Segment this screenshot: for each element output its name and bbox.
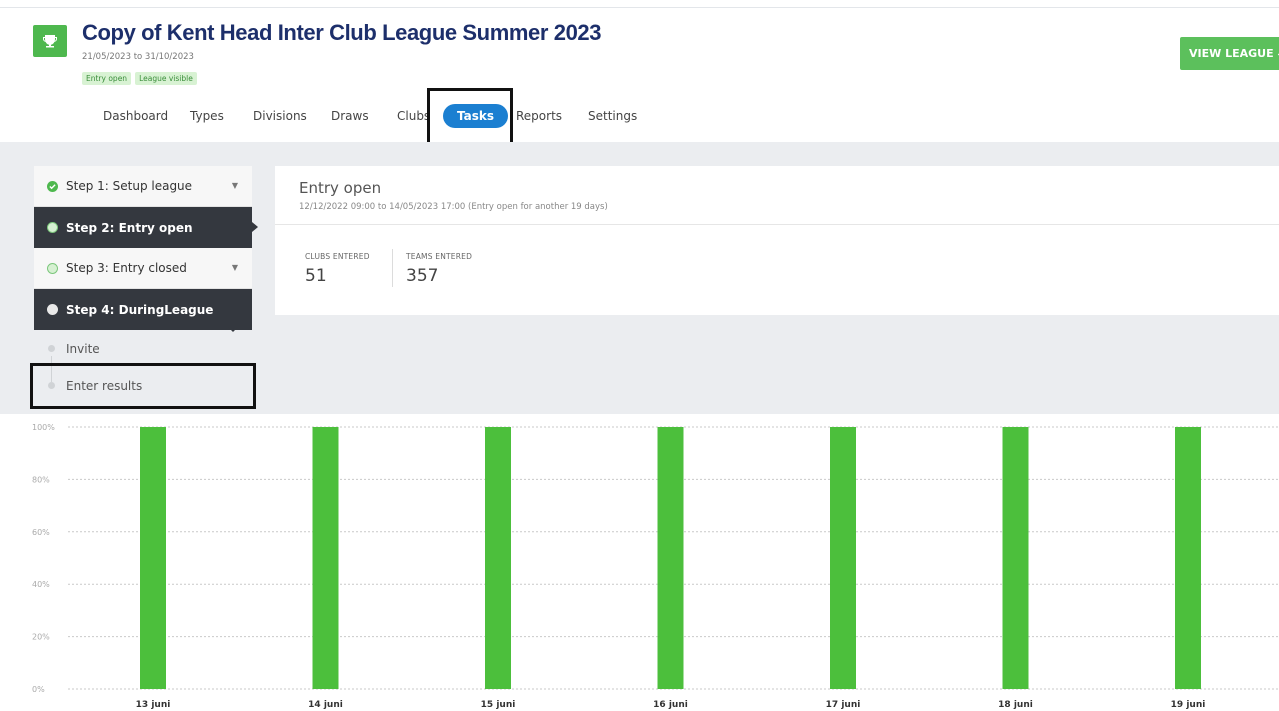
x-tick-label: 13 juni [136,700,171,710]
check-icon [47,180,58,192]
teams-entered-stat: TEAMS ENTERED 357 [406,252,472,286]
top-divider [0,7,1279,8]
y-tick-label: 0% [32,685,45,694]
tasks-highlight-box [427,88,513,145]
y-tick-label: 60% [32,528,50,537]
progress-bar-chart: 0% 20% 40% 60% 80% 100% 13 juni 14 juni 15 juni 1… [0,414,1279,711]
league-title: Copy of Kent Head Inter Club League Summ… [82,20,602,45]
step-during-league[interactable]: Step 4: DuringLeague [34,289,252,332]
clubs-entered-label: CLUBS ENTERED [305,252,370,261]
step-entry-closed[interactable]: Step 3: Entry closed ▼ [34,248,252,289]
step-label: Step 1: Setup league [66,179,193,193]
substep-dot-icon [48,345,55,352]
teams-entered-value: 357 [406,266,439,286]
step-setup-league[interactable]: Step 1: Setup league ▼ [34,166,252,207]
league-header: Copy of Kent Head Inter Club League Summ… [0,0,1279,145]
y-tick-label: 100% [32,423,55,432]
entry-open-panel: Entry open 12/12/2022 09:00 to 14/05/202… [275,166,1279,315]
status-badges: Entry open League visible [82,72,197,85]
bar [1002,427,1029,689]
step-label: Step 4: DuringLeague [66,302,214,317]
y-tick-label: 20% [32,633,50,642]
step-label: Step 2: Entry open [66,220,193,235]
entry-open-badge: Entry open [82,72,132,85]
league-visible-badge: League visible [135,72,197,85]
tab-dashboard[interactable]: Dashboard [103,109,168,123]
view-league-label: VIEW LEAGUE [1189,47,1274,60]
stat-divider [392,249,393,287]
x-tick-label: 16 juni [653,700,688,710]
teams-entered-label: TEAMS ENTERED [406,252,473,261]
x-tick-label: 19 juni [1171,700,1206,710]
clubs-entered-value: 51 [305,266,327,286]
y-tick-label: 80% [32,475,50,484]
entry-title: Entry open [299,179,382,197]
league-dates: 21/05/2023 to 31/10/2023 [82,52,194,62]
enter-results-highlight-box [30,363,256,409]
status-dot-icon [47,304,58,315]
x-tick-label: 18 juni [998,700,1033,710]
x-tick-label: 17 juni [826,700,861,710]
bar [830,427,856,689]
bar [485,427,511,689]
x-tick-label: 15 juni [481,700,516,710]
x-tick-label: 14 juni [308,700,343,710]
trophy-icon [33,25,67,57]
chart-svg: 0% 20% 40% 60% 80% 100% 13 juni 14 juni 15 juni 1… [32,423,1279,710]
entry-divider [275,224,1279,225]
tab-reports[interactable]: Reports [516,109,562,123]
league-nav: Dashboard Types Divisions Draws Clubs Ta… [0,100,1279,134]
status-dot-icon [47,222,58,233]
y-tick-label: 40% [32,580,50,589]
tab-divisions[interactable]: Divisions [253,109,307,123]
bar [657,427,684,689]
status-dot-icon [47,262,58,274]
entry-period: 12/12/2022 09:00 to 14/05/2023 17:00 (En… [299,202,608,212]
clubs-entered-stat: CLUBS ENTERED 51 [305,252,370,286]
substep-invite[interactable]: Invite [34,330,252,367]
page: Copy of Kent Head Inter Club League Summ… [0,0,1279,711]
bar [312,427,339,689]
tab-settings[interactable]: Settings [588,109,637,123]
bar [140,427,166,689]
tab-clubs[interactable]: Clubs [397,109,430,123]
chevron-down-icon[interactable]: ▼ [232,181,238,190]
tab-types[interactable]: Types [190,109,224,123]
view-league-button[interactable]: VIEW LEAGUE ↗ [1180,37,1279,70]
step-entry-open[interactable]: Step 2: Entry open [34,207,258,248]
step-label: Step 3: Entry closed [66,261,187,275]
bar [1175,427,1201,689]
chevron-down-icon[interactable]: ▼ [232,263,238,272]
substep-label: Invite [66,341,100,356]
active-pointer-icon [252,222,258,232]
tab-draws[interactable]: Draws [331,109,369,123]
